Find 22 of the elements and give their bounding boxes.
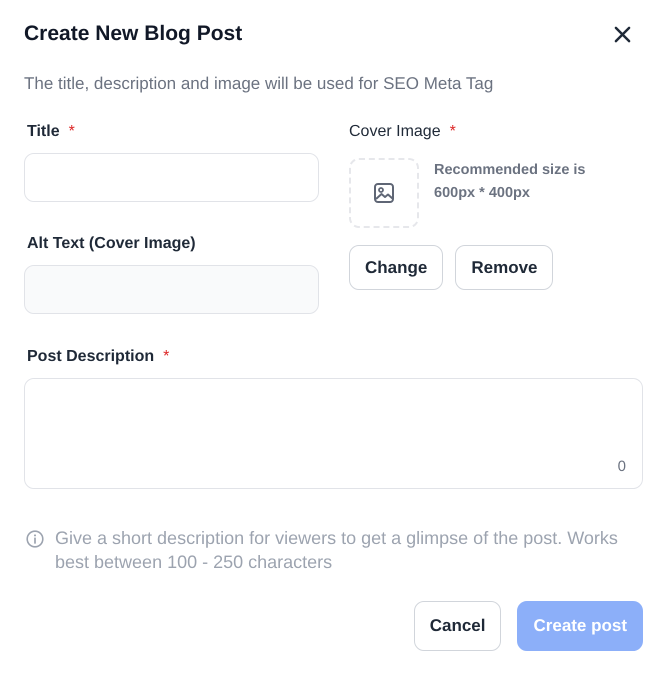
alt-text-input[interactable]	[24, 265, 319, 314]
character-counter: 0	[618, 457, 626, 477]
description-textarea[interactable]	[24, 378, 643, 489]
cancel-button[interactable]: Cancel	[414, 601, 502, 651]
remove-image-button[interactable]: Remove	[455, 245, 554, 290]
title-input[interactable]	[24, 153, 319, 202]
image-upload-box[interactable]	[349, 158, 419, 228]
help-text: Give a short description for viewers to get a glimpse of the post. Works best between 100 - 250 characters	[55, 527, 619, 574]
close-icon[interactable]	[614, 26, 631, 42]
change-image-button[interactable]: Change	[349, 245, 444, 290]
required-asterisk: *	[163, 347, 170, 367]
required-asterisk: *	[450, 122, 456, 142]
image-icon	[373, 182, 395, 204]
alt-text-label: Alt Text (Cover Image)	[26, 234, 196, 254]
required-asterisk: *	[68, 122, 75, 142]
cover-image-label: Cover Image	[349, 122, 441, 142]
info-icon	[26, 530, 44, 548]
dialog-subtitle: The title, description and image will be used for SEO Meta Tag	[24, 73, 494, 95]
dialog-title: Create New Blog Post	[24, 21, 242, 47]
post-description-label: Post Description	[26, 347, 154, 367]
image-size-hint: Recommended size is 600px * 400px	[434, 161, 586, 203]
title-label: Title	[26, 122, 60, 142]
